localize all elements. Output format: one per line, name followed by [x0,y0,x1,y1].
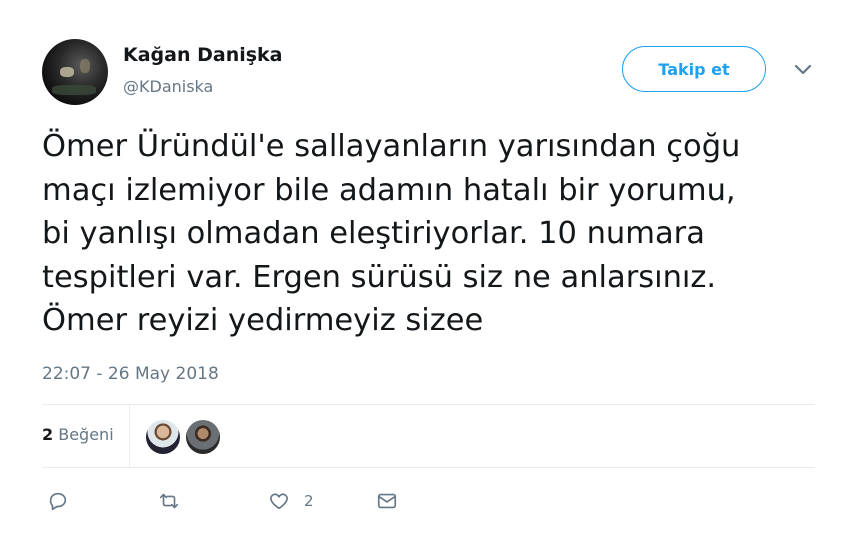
likes-label: Beğeni [58,425,114,444]
avatar[interactable] [42,39,108,105]
tweet-line: tespitleri var. Ergen sürüsü siz ne anla… [42,259,717,295]
reply-icon [49,492,67,511]
retweet-icon [159,493,179,509]
likes-summary[interactable]: 2 Beğeni [42,425,114,444]
reply-button[interactable] [47,490,69,512]
tweet-line: Ömer reyizi yedirmeyiz sizee [42,303,484,338]
avatar-detail [60,67,74,77]
chevron-down-icon[interactable] [792,62,814,78]
tweet-line: maçı izlemiyor bile adamın hatalı bir yo… [42,172,736,208]
follow-button[interactable]: Takip et [622,46,766,92]
like-button[interactable]: 2 [268,490,314,512]
author-handle[interactable]: @KDaniska [123,77,213,96]
divider [42,404,815,405]
tweet-timestamp[interactable]: 22:07 - 26 May 2018 [42,364,219,384]
likes-count: 2 [42,425,54,444]
message-icon [377,493,397,509]
tweet-text: Ömer Üründül'e sallayanların yarısından … [42,125,832,343]
like-count: 2 [304,492,314,510]
author-name[interactable]: Kağan Danişka [123,44,283,66]
direct-message-button[interactable] [376,490,398,512]
liker-avatar[interactable] [186,420,220,454]
tweet-line: bi yanlışı olmadan eleştiriyorlar. 10 nu… [42,216,705,251]
heart-icon [270,493,288,510]
liker-avatar[interactable] [146,420,180,454]
divider [129,405,130,467]
avatar-detail [52,85,96,95]
retweet-button[interactable] [158,490,180,512]
divider [42,467,815,468]
avatar-detail [80,59,90,73]
tweet-line: Ömer Üründül'e sallayanların yarısından … [42,129,741,164]
